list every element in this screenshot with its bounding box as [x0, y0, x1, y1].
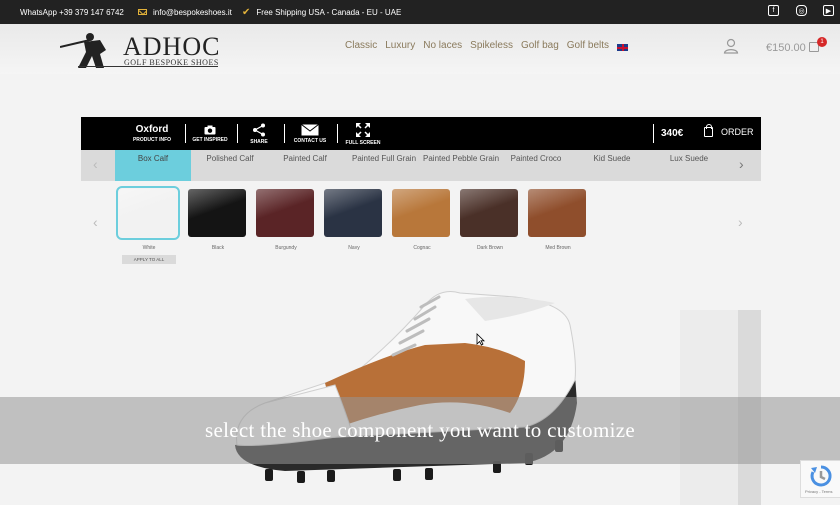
toolbar-divider	[653, 124, 654, 143]
swatch-color	[256, 189, 314, 237]
toolbar-divider	[337, 124, 338, 143]
tab-painted-full-grain[interactable]: Painted Full Grain	[349, 150, 419, 181]
recaptcha-links[interactable]: Privacy - Terms	[805, 489, 832, 494]
site-header: ADHOC GOLF BESPOKE SHOES Classic Luxury …	[0, 24, 840, 74]
swatch-next-arrow[interactable]: ›	[738, 214, 743, 230]
adhoc-logo[interactable]: ADHOC GOLF BESPOKE SHOES	[59, 30, 220, 70]
share-button[interactable]: SHARE	[241, 117, 277, 150]
recaptcha-icon	[810, 465, 832, 487]
swatch-label: Burgundy	[275, 245, 297, 251]
tab-polished-calf[interactable]: Polished Calf	[197, 150, 263, 181]
order-button[interactable]: ORDER	[704, 124, 754, 137]
top-info-bar: WhatsApp +39 379 147 6742 info@bespokesh…	[0, 0, 840, 24]
order-label: ORDER	[721, 127, 754, 137]
share-icon	[253, 123, 265, 136]
mail-icon	[138, 9, 147, 15]
shopping-bag-icon	[704, 124, 713, 137]
swatch-label: Med Brown	[545, 245, 571, 251]
nav-item-luxury[interactable]: Luxury	[385, 40, 415, 51]
tab-kid-suede[interactable]: Kid Suede	[589, 150, 635, 181]
youtube-icon[interactable]: ▶	[823, 5, 834, 16]
email-contact[interactable]: info@bespokeshoes.it	[138, 0, 232, 24]
swatch-prev-arrow[interactable]: ‹	[93, 214, 98, 230]
share-label: SHARE	[250, 138, 268, 145]
mouse-cursor-icon	[476, 333, 485, 346]
shipping-text: Free Shipping USA - Canada - EU - UAE	[256, 7, 402, 17]
get-inspired-button[interactable]: GET INSPIRED	[189, 117, 231, 150]
tab-lux-suede[interactable]: Lux Suede	[665, 150, 713, 181]
swatch-label: Black	[211, 245, 225, 251]
leather-prev-arrow[interactable]: ‹	[93, 156, 98, 172]
product-info-button[interactable]: Oxford PRODUCT INFO	[129, 117, 175, 150]
swatch-label: Navy	[348, 245, 360, 251]
toolbar-divider	[237, 124, 238, 143]
swatch-color	[188, 189, 246, 237]
full-screen-button[interactable]: FULL SCREEN	[343, 117, 383, 150]
cart-total[interactable]: €150.00	[766, 42, 806, 54]
nav-item-golf-bag[interactable]: Golf bag	[521, 40, 559, 51]
logo-underline	[78, 66, 218, 67]
swatch-label: Dark Brown	[476, 245, 504, 251]
whatsapp-text: WhatsApp +39 379 147 6742	[20, 7, 124, 17]
tab-painted-pebble-grain[interactable]: Painted Pebble Grain	[423, 150, 499, 181]
facebook-icon[interactable]: f	[768, 5, 779, 16]
nav-item-golf-belts[interactable]: Golf belts	[567, 40, 609, 51]
leather-next-arrow[interactable]: ›	[739, 156, 744, 172]
contact-label: CONTACT US	[293, 137, 327, 144]
get-inspired-label: GET INSPIRED	[192, 136, 228, 143]
fullscreen-icon	[356, 122, 370, 137]
toolbar-divider	[284, 124, 285, 143]
swatch-color	[116, 186, 180, 240]
shipping-info: ✔ Free Shipping USA - Canada - EU - UAE	[242, 0, 401, 24]
swatch-navy[interactable]: Navy	[324, 189, 384, 251]
tab-painted-calf[interactable]: Painted Calf	[277, 150, 333, 181]
toolbar-divider	[185, 124, 186, 143]
swatch-black[interactable]: Black	[188, 189, 248, 251]
leather-type-tabs: ‹ Box Calf Polished Calf Painted Calf Pa…	[81, 150, 761, 181]
full-screen-label: FULL SCREEN	[345, 139, 381, 146]
swatch-cognac[interactable]: Cognac	[392, 189, 452, 251]
swatch-white[interactable]: White	[116, 186, 180, 251]
swatch-burgundy[interactable]: Burgundy	[256, 189, 316, 251]
swatch-med-brown[interactable]: Med Brown	[528, 189, 588, 251]
contact-us-button[interactable]: CONTACT US	[288, 117, 332, 150]
golfer-silhouette-icon	[59, 33, 106, 68]
swatch-color	[392, 189, 450, 237]
check-icon: ✔	[242, 6, 251, 18]
swatch-color	[528, 189, 586, 237]
instruction-text: select the shoe component you want to cu…	[205, 418, 635, 442]
configurator-toolbar: Oxford PRODUCT INFO GET INSPIRED SHARE C…	[81, 117, 761, 150]
swatch-label: Cognac	[413, 245, 431, 251]
swatch-color	[460, 189, 518, 237]
uk-flag-icon[interactable]	[617, 44, 629, 51]
envelope-icon	[301, 123, 319, 135]
swatch-dark-brown[interactable]: Dark Brown	[460, 189, 520, 251]
whatsapp-contact[interactable]: WhatsApp +39 379 147 6742	[20, 0, 124, 24]
instagram-icon[interactable]: ◎	[796, 5, 807, 16]
swatch-label: White	[142, 245, 156, 251]
nav-item-no-laces[interactable]: No laces	[423, 40, 462, 51]
email-text: info@bespokeshoes.it	[153, 7, 232, 17]
nav-item-classic[interactable]: Classic	[345, 40, 377, 51]
model-name: Oxford	[135, 124, 169, 135]
product-info-label: PRODUCT INFO	[132, 137, 172, 143]
main-nav: Classic Luxury No laces Spikeless Golf b…	[345, 40, 629, 51]
cart-count-badge: 1	[817, 37, 827, 47]
configured-price: 340€	[661, 128, 684, 139]
camera-icon	[204, 125, 216, 134]
apply-to-all-button[interactable]: APPLY TO ALL	[122, 255, 176, 264]
tab-painted-croco[interactable]: Painted Croco	[506, 150, 566, 181]
swatch-color	[324, 189, 382, 237]
tab-box-calf[interactable]: Box Calf	[115, 150, 191, 181]
nav-item-spikeless[interactable]: Spikeless	[470, 40, 513, 51]
recaptcha-badge[interactable]: Privacy - Terms	[800, 460, 840, 498]
user-account-icon[interactable]	[723, 38, 739, 54]
